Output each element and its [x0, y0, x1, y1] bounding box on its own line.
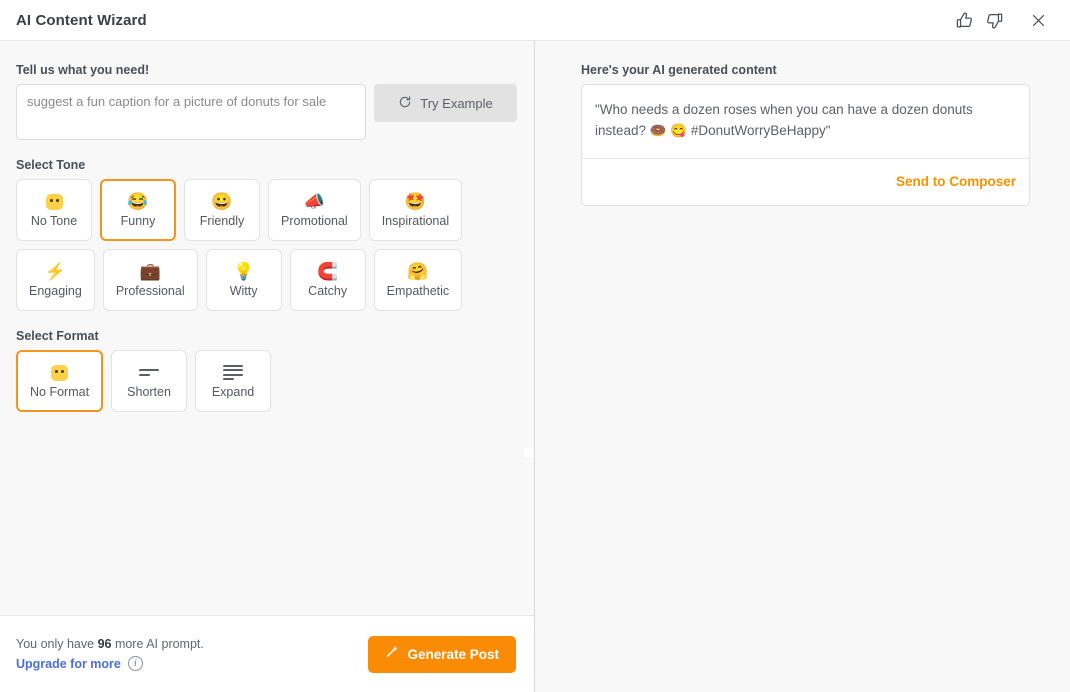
dialog-body: Tell us what you need! Try Example: [0, 41, 1070, 692]
chip-label: Funny: [121, 214, 156, 228]
chip-icon: [139, 363, 159, 382]
chip-icon: 🤗: [407, 262, 428, 281]
format-options-grid: No Format Shorten Expand: [16, 350, 518, 412]
refresh-icon: [398, 95, 412, 112]
tone-option-witty[interactable]: 💡 Witty: [206, 249, 282, 311]
chip-icon: [46, 192, 63, 211]
tone-options-grid: No Tone 😂 Funny 😀 Friendly 📣 Promotional 🤩 Inspi…: [16, 179, 518, 311]
quota-text: You only have 96 more AI prompt.: [16, 637, 204, 651]
tone-option-promotional[interactable]: 📣 Promotional: [268, 179, 361, 241]
upgrade-for-more-link[interactable]: Upgrade for more: [16, 657, 121, 671]
emoji-icon: 😂: [127, 193, 148, 211]
chip-label: Witty: [230, 284, 258, 298]
tone-option-catchy[interactable]: 🧲 Catchy: [290, 249, 366, 311]
page-title: AI Content Wizard: [16, 12, 147, 29]
ai-content-wizard-dialog: AI Content Wizard: [0, 0, 1070, 692]
left-panel-scroll: Tell us what you need! Try Example: [0, 41, 534, 615]
tone-section: Select Tone No Tone 😂 Funny 😀 Friendly 📣 Promo…: [16, 158, 518, 311]
quota-block: You only have 96 more AI prompt. Upgrade…: [16, 637, 204, 671]
quota-prefix: You only have: [16, 637, 98, 651]
chip-icon: 😀: [211, 192, 232, 211]
chip-label: Catchy: [308, 284, 347, 298]
try-example-button[interactable]: Try Example: [374, 84, 517, 122]
prompt-input[interactable]: [16, 84, 366, 140]
prompt-label: Tell us what you need!: [16, 63, 518, 77]
emoji-icon: 🤩: [405, 193, 426, 211]
chip-icon: ⚡: [45, 262, 66, 281]
generated-content-card: "Who needs a dozen roses when you can ha…: [581, 84, 1030, 206]
chip-icon: [51, 363, 68, 382]
chip-icon: 😂: [127, 192, 148, 211]
tone-option-professional[interactable]: 💼 Professional: [103, 249, 198, 311]
right-panel: Here's your AI generated content "Who ne…: [535, 41, 1070, 692]
info-icon[interactable]: i: [128, 656, 143, 671]
emoji-icon: 📣: [304, 193, 325, 211]
blank-face-icon: [51, 365, 68, 381]
quota-suffix: more AI prompt.: [111, 637, 203, 651]
shorten-lines-icon: [139, 369, 159, 376]
emoji-icon: 💼: [140, 263, 161, 281]
quota-count: 96: [98, 637, 112, 651]
left-panel: Tell us what you need! Try Example: [0, 41, 534, 692]
emoji-icon: 🤗: [407, 263, 428, 281]
chip-label: Expand: [212, 385, 254, 399]
tone-option-no-tone[interactable]: No Tone: [16, 179, 92, 241]
chip-icon: 🧲: [317, 262, 338, 281]
format-label: Select Format: [16, 329, 518, 343]
try-example-label: Try Example: [420, 96, 492, 111]
thumbs-down-icon[interactable]: [980, 6, 1008, 34]
emoji-icon: 😀: [211, 193, 232, 211]
send-to-composer-button[interactable]: Send to Composer: [896, 174, 1016, 189]
chip-icon: 📣: [304, 192, 325, 211]
dialog-footer: You only have 96 more AI prompt. Upgrade…: [0, 615, 534, 692]
emoji-icon: 🧲: [317, 263, 338, 281]
emoji-icon: ⚡: [45, 263, 66, 281]
chip-icon: 💡: [233, 262, 254, 281]
tone-option-engaging[interactable]: ⚡ Engaging: [16, 249, 95, 311]
tone-option-inspirational[interactable]: 🤩 Inspirational: [369, 179, 462, 241]
chip-label: No Tone: [31, 214, 77, 228]
chip-label: Inspirational: [382, 214, 449, 228]
format-option-expand[interactable]: Expand: [195, 350, 271, 412]
format-option-no-format[interactable]: No Format: [16, 350, 103, 412]
tone-option-empathetic[interactable]: 🤗 Empathetic: [374, 249, 463, 311]
expand-lines-icon: [223, 365, 243, 381]
generate-post-button[interactable]: Generate Post: [368, 636, 516, 673]
prompt-row: Try Example: [16, 84, 518, 140]
upgrade-row: Upgrade for more i: [16, 656, 204, 671]
chip-label: Shorten: [127, 385, 171, 399]
dialog-header: AI Content Wizard: [0, 0, 1070, 41]
thumbs-up-icon[interactable]: [950, 6, 978, 34]
generated-content-actions: Send to Composer: [582, 159, 1029, 205]
tone-option-friendly[interactable]: 😀 Friendly: [184, 179, 260, 241]
chip-icon: 🤩: [405, 192, 426, 211]
tone-label: Select Tone: [16, 158, 518, 172]
tone-option-funny[interactable]: 😂 Funny: [100, 179, 176, 241]
chip-label: Professional: [116, 284, 185, 298]
header-actions: [950, 6, 1052, 34]
chip-label: No Format: [30, 385, 89, 399]
generated-content-text: "Who needs a dozen roses when you can ha…: [582, 85, 1029, 159]
chip-label: Friendly: [200, 214, 244, 228]
result-label: Here's your AI generated content: [581, 63, 1050, 77]
format-option-shorten[interactable]: Shorten: [111, 350, 187, 412]
generate-post-label: Generate Post: [407, 647, 499, 662]
format-section: Select Format No Format Shorten Expand: [16, 329, 518, 412]
chip-icon: [223, 363, 243, 382]
chip-label: Promotional: [281, 214, 348, 228]
close-icon[interactable]: [1024, 6, 1052, 34]
prompt-section: Tell us what you need! Try Example: [16, 63, 518, 140]
emoji-icon: 💡: [233, 263, 254, 281]
chip-label: Empathetic: [387, 284, 450, 298]
magic-wand-icon: [385, 645, 400, 663]
blank-face-icon: [46, 194, 63, 210]
panel-resize-handle[interactable]: [524, 448, 533, 457]
chip-label: Engaging: [29, 284, 82, 298]
chip-icon: 💼: [140, 262, 161, 281]
